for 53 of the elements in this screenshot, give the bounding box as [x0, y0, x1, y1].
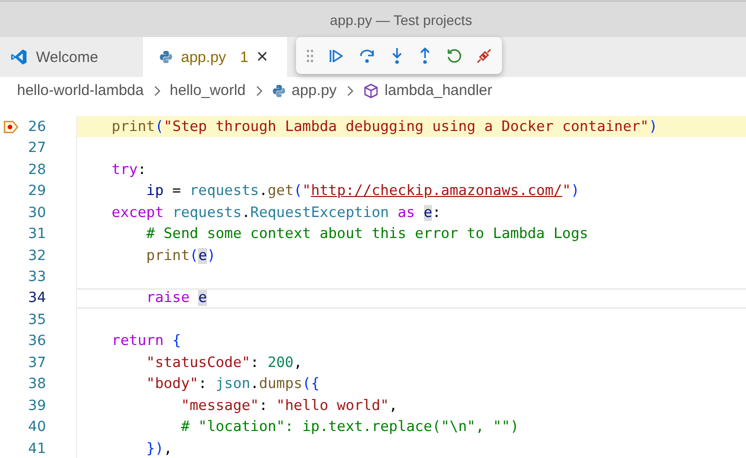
code-comment: # Send some context about this error to Lambda Logs: [145, 226, 588, 242]
code-line: }),: [145, 440, 172, 457]
line-number: 37: [27, 354, 46, 371]
code-comment: # "location": ip.text.replace("\n", ""): [180, 419, 519, 436]
breadcrumb-item[interactable]: app.py: [272, 82, 337, 99]
breadcrumb-item[interactable]: hello_world: [170, 82, 246, 99]
line-number: 29: [27, 183, 46, 200]
line-number: 36: [27, 333, 46, 350]
code-line: "message": "hello world",: [180, 398, 398, 414]
code-line: return {: [110, 333, 181, 350]
breakpoint-icon[interactable]: [3, 120, 19, 134]
code-line: print(e): [145, 248, 216, 264]
editor-tab[interactable]: app.py 1 ×: [143, 37, 287, 77]
continue-icon[interactable]: [328, 48, 344, 64]
drag-handle-icon[interactable]: [306, 48, 314, 62]
line-number: 38: [27, 376, 46, 392]
code-line: "statusCode": 200,: [145, 354, 302, 371]
step-out-icon[interactable]: [418, 46, 432, 64]
line-number: 31: [27, 226, 46, 242]
editor-tab[interactable]: Welcome: [0, 37, 143, 77]
chevron-right-icon: [346, 84, 354, 96]
restart-icon[interactable]: [446, 48, 462, 64]
code-line: ip = requests.get("http://checkip.amazonaws.com/"): [145, 183, 580, 200]
line-number: 26: [27, 118, 46, 135]
breadcrumb-item[interactable]: hello-world-lambda: [17, 82, 144, 99]
step-over-icon[interactable]: [358, 48, 376, 64]
line-number: 27: [27, 140, 46, 156]
code-line: raise e: [145, 290, 207, 306]
cube-icon: [362, 82, 379, 98]
close-button[interactable]: ×: [256, 47, 268, 67]
line-number: 39: [27, 398, 46, 414]
code-line: "body": json.dumps({: [145, 376, 320, 392]
python-logo-icon: [159, 50, 173, 64]
line-number: 35: [27, 312, 46, 328]
chevron-right-icon: [152, 84, 161, 96]
line-number: 40: [27, 419, 46, 436]
python-logo-icon: [272, 84, 286, 98]
chevron-right-icon: [254, 84, 263, 96]
problem-count: 1: [240, 48, 248, 66]
code-line: print("Step through Lambda debugging using a Docker container"): [110, 118, 658, 135]
code-line: try:: [110, 162, 146, 178]
disconnect-plug-icon[interactable]: [476, 48, 492, 64]
step-into-icon[interactable]: [390, 46, 404, 64]
line-number: 34: [27, 290, 46, 306]
window-title: app.py — Test projects: [328, 12, 472, 28]
line-number: 30: [27, 204, 46, 221]
line-number: 32: [27, 248, 46, 264]
line-number: 28: [27, 162, 46, 178]
line-number: 33: [27, 269, 46, 286]
line-number: 41: [27, 440, 46, 457]
vscode-logo-icon: [10, 48, 28, 66]
breadcrumb-item[interactable]: lambda_handler: [362, 82, 492, 99]
code-line: except requests.RequestException as e:: [110, 204, 441, 221]
